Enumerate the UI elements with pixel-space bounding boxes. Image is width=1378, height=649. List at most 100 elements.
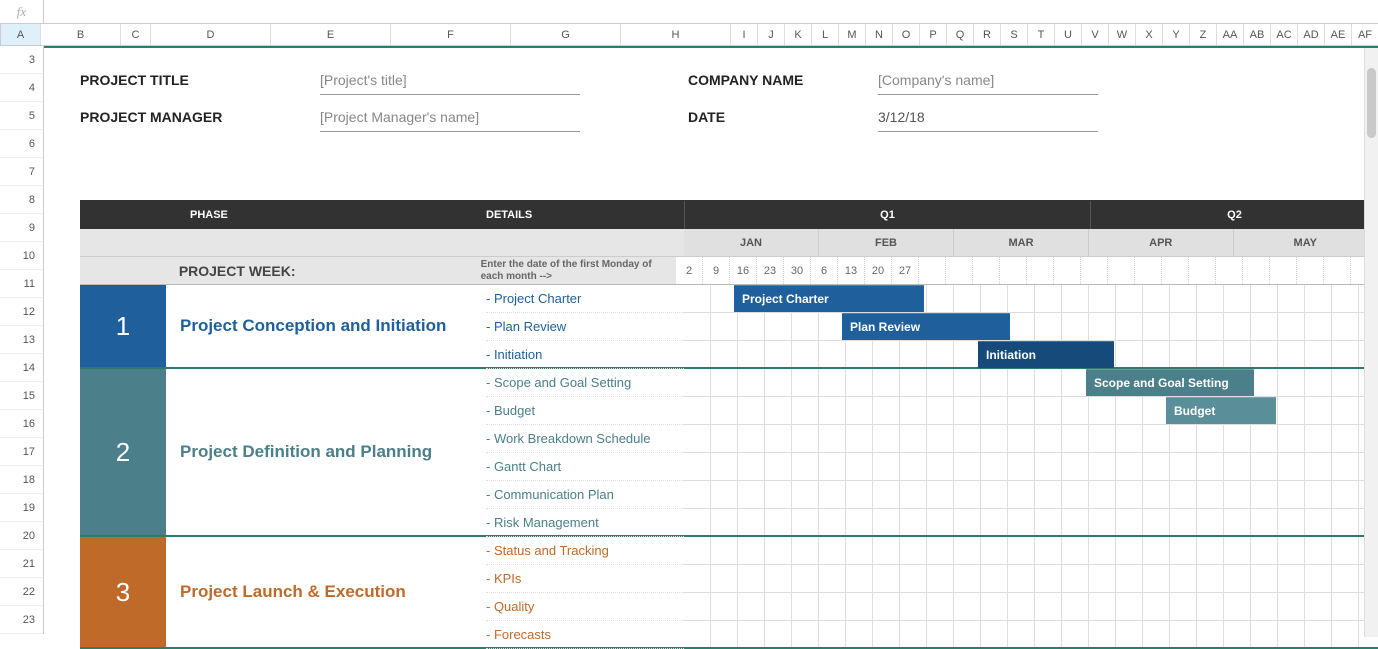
week-20[interactable]: 20 xyxy=(865,257,892,284)
project-manager-value[interactable]: [Project Manager's name] xyxy=(320,109,580,132)
week-empty[interactable] xyxy=(1216,257,1243,284)
week-empty[interactable] xyxy=(1108,257,1135,284)
gantt-bar[interactable]: Scope and Goal Setting xyxy=(1086,369,1254,396)
row-header-17[interactable]: 17 xyxy=(0,438,43,466)
column-header-B[interactable]: B xyxy=(41,24,121,45)
row-header-8[interactable]: 8 xyxy=(0,186,43,214)
week-6[interactable]: 6 xyxy=(811,257,838,284)
row-header-16[interactable]: 16 xyxy=(0,410,43,438)
project-title-value[interactable]: [Project's title] xyxy=(320,72,580,95)
spreadsheet-grid[interactable]: PROJECT TITLE [Project's title] COMPANY … xyxy=(44,46,1378,634)
row-header-20[interactable]: 20 xyxy=(0,522,43,550)
week-empty[interactable] xyxy=(1189,257,1216,284)
column-header-AC[interactable]: AC xyxy=(1271,24,1298,45)
detail-item[interactable]: - Risk Management xyxy=(486,509,684,537)
week-empty[interactable] xyxy=(973,257,1000,284)
gantt-bar[interactable]: Initiation xyxy=(978,341,1114,368)
phase-timeline[interactable]: Scope and Goal SettingBudget xyxy=(684,369,1378,535)
column-header-P[interactable]: P xyxy=(920,24,947,45)
column-header-AE[interactable]: AE xyxy=(1325,24,1352,45)
column-header-C[interactable]: C xyxy=(121,24,151,45)
detail-item[interactable]: - Plan Review xyxy=(486,313,684,341)
week-empty[interactable] xyxy=(1270,257,1297,284)
week-empty[interactable] xyxy=(1243,257,1270,284)
row-header-14[interactable]: 14 xyxy=(0,354,43,382)
detail-item[interactable]: - Communication Plan xyxy=(486,481,684,509)
detail-item[interactable]: - Status and Tracking xyxy=(486,537,684,565)
week-27[interactable]: 27 xyxy=(892,257,919,284)
detail-item[interactable]: - Forecasts xyxy=(486,621,684,649)
week-13[interactable]: 13 xyxy=(838,257,865,284)
column-header-O[interactable]: O xyxy=(893,24,920,45)
column-header-N[interactable]: N xyxy=(866,24,893,45)
row-header-15[interactable]: 15 xyxy=(0,382,43,410)
vertical-scrollbar[interactable] xyxy=(1364,48,1378,637)
detail-item[interactable]: - Gantt Chart xyxy=(486,453,684,481)
row-header-22[interactable]: 22 xyxy=(0,578,43,606)
row-header-13[interactable]: 13 xyxy=(0,326,43,354)
column-header-H[interactable]: H xyxy=(621,24,731,45)
row-header-5[interactable]: 5 xyxy=(0,102,43,130)
row-header-11[interactable]: 11 xyxy=(0,270,43,298)
column-header-I[interactable]: I xyxy=(731,24,758,45)
detail-item[interactable]: - KPIs xyxy=(486,565,684,593)
row-header-21[interactable]: 21 xyxy=(0,550,43,578)
company-name-value[interactable]: [Company's name] xyxy=(878,72,1098,95)
week-9[interactable]: 9 xyxy=(703,257,730,284)
column-header-R[interactable]: R xyxy=(974,24,1001,45)
column-header-X[interactable]: X xyxy=(1136,24,1163,45)
week-empty[interactable] xyxy=(946,257,973,284)
detail-item[interactable]: - Quality xyxy=(486,593,684,621)
column-header-J[interactable]: J xyxy=(758,24,785,45)
date-value[interactable]: 3/12/18 xyxy=(878,109,1098,132)
detail-item[interactable]: - Initiation xyxy=(486,341,684,369)
column-header-T[interactable]: T xyxy=(1028,24,1055,45)
column-header-AB[interactable]: AB xyxy=(1244,24,1271,45)
detail-item[interactable]: - Scope and Goal Setting xyxy=(486,369,684,397)
week-empty[interactable] xyxy=(919,257,946,284)
detail-item[interactable]: - Work Breakdown Schedule xyxy=(486,425,684,453)
column-header-M[interactable]: M xyxy=(839,24,866,45)
detail-item[interactable]: - Project Charter xyxy=(486,285,684,313)
column-header-AD[interactable]: AD xyxy=(1298,24,1325,45)
row-header-19[interactable]: 19 xyxy=(0,494,43,522)
column-header-Q[interactable]: Q xyxy=(947,24,974,45)
column-header-F[interactable]: F xyxy=(391,24,511,45)
column-header-E[interactable]: E xyxy=(271,24,391,45)
week-23[interactable]: 23 xyxy=(757,257,784,284)
row-header-6[interactable]: 6 xyxy=(0,130,43,158)
row-header-9[interactable]: 9 xyxy=(0,214,43,242)
column-header-V[interactable]: V xyxy=(1082,24,1109,45)
column-header-Y[interactable]: Y xyxy=(1163,24,1190,45)
column-header-L[interactable]: L xyxy=(812,24,839,45)
column-header-AA[interactable]: AA xyxy=(1217,24,1244,45)
column-header-S[interactable]: S xyxy=(1001,24,1028,45)
row-header-18[interactable]: 18 xyxy=(0,466,43,494)
row-header-4[interactable]: 4 xyxy=(0,74,43,102)
column-header-W[interactable]: W xyxy=(1109,24,1136,45)
row-header-12[interactable]: 12 xyxy=(0,298,43,326)
scrollbar-thumb[interactable] xyxy=(1367,68,1376,138)
column-header-K[interactable]: K xyxy=(785,24,812,45)
week-empty[interactable] xyxy=(1162,257,1189,284)
week-empty[interactable] xyxy=(1324,257,1351,284)
week-empty[interactable] xyxy=(1135,257,1162,284)
gantt-bar[interactable]: Budget xyxy=(1166,397,1276,424)
row-header-7[interactable]: 7 xyxy=(0,158,43,186)
gantt-bar[interactable]: Project Charter xyxy=(734,285,924,312)
week-empty[interactable] xyxy=(1000,257,1027,284)
row-header-10[interactable]: 10 xyxy=(0,242,43,270)
phase-timeline[interactable]: Project CharterPlan ReviewInitiation xyxy=(684,285,1378,367)
week-16[interactable]: 16 xyxy=(730,257,757,284)
gantt-bar[interactable]: Plan Review xyxy=(842,313,1010,340)
formula-input[interactable] xyxy=(44,0,1378,23)
column-header-U[interactable]: U xyxy=(1055,24,1082,45)
detail-item[interactable]: - Budget xyxy=(486,397,684,425)
week-empty[interactable] xyxy=(1297,257,1324,284)
row-header-3[interactable]: 3 xyxy=(0,46,43,74)
week-empty[interactable] xyxy=(1054,257,1081,284)
column-header-AF[interactable]: AF xyxy=(1352,24,1378,45)
phase-timeline[interactable] xyxy=(684,537,1378,647)
column-header-G[interactable]: G xyxy=(511,24,621,45)
week-empty[interactable] xyxy=(1081,257,1108,284)
